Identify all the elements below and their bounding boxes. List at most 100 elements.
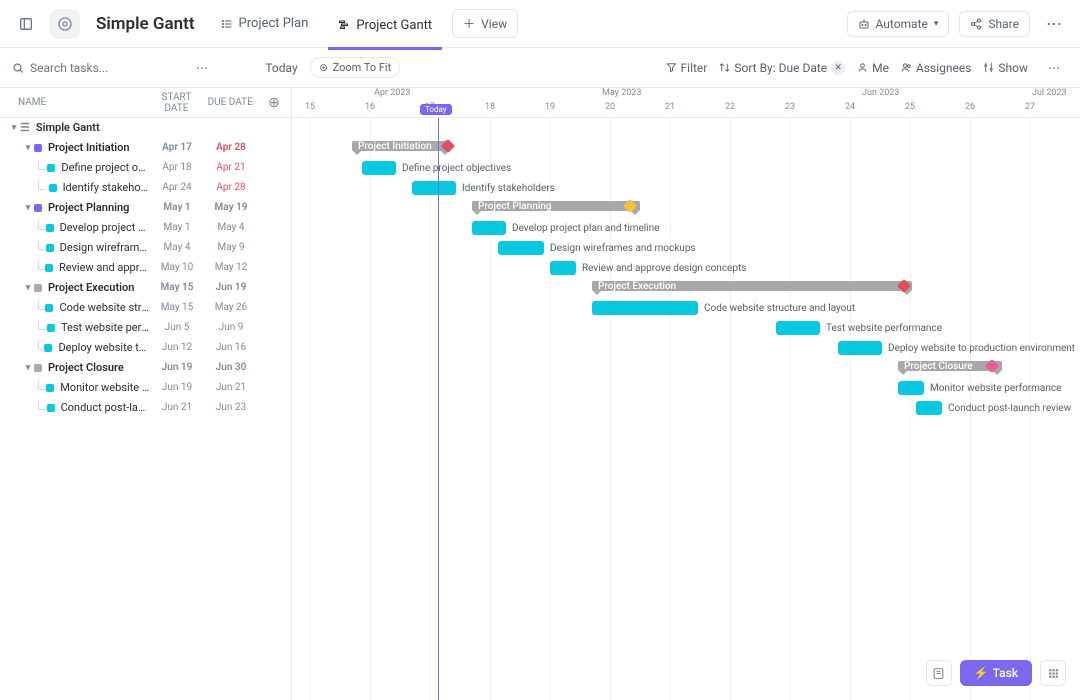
task-row[interactable]: Code website structure and layoutMay 15M… — [0, 298, 291, 318]
status-square — [47, 404, 55, 412]
task-row[interactable]: Design wireframes and mockupsMay 4May 9 — [0, 238, 291, 258]
filter-button[interactable]: Filter — [666, 61, 708, 75]
start-date: May 10 — [150, 262, 204, 273]
task-bar[interactable]: Deploy website to production environment — [838, 341, 882, 355]
week-label: 20 — [580, 102, 640, 112]
col-header-due: Due Date — [203, 97, 257, 108]
show-button[interactable]: Show — [983, 61, 1028, 75]
gridline — [430, 118, 431, 700]
list-icon — [221, 18, 233, 30]
gantt-icon — [338, 19, 350, 31]
search-more-icon[interactable]: ⋯ — [196, 61, 208, 75]
start-date: May 15 — [150, 302, 204, 313]
status-square — [34, 284, 42, 292]
apps-icon[interactable] — [1040, 660, 1066, 686]
task-row[interactable]: Test website performanceJun 5Jun 9 — [0, 318, 291, 338]
caret-icon[interactable]: ▾ — [22, 203, 34, 213]
me-button[interactable]: Me — [857, 61, 889, 75]
summary-bar[interactable]: Project Planning — [472, 201, 640, 211]
task-bar[interactable]: Identify stakeholders — [412, 181, 456, 195]
task-bar[interactable]: Conduct post-launch review — [916, 401, 942, 415]
summary-bar[interactable]: Project Initiation — [352, 141, 450, 151]
caret-icon[interactable]: ▾ — [22, 283, 34, 293]
timeline-panel[interactable]: Apr 2023May 2023Jun 2023Jul 2023 1516171… — [292, 88, 1080, 700]
task-row[interactable]: Review and approve design conceptsMay 10… — [0, 258, 291, 278]
gridline — [310, 118, 311, 700]
group-row[interactable]: ▾☰Simple Gantt — [0, 118, 291, 138]
start-date: Apr 18 — [150, 162, 204, 173]
start-date: May 1 — [150, 202, 204, 213]
bar-label: Design wireframes and mockups — [550, 243, 696, 254]
new-task-button[interactable]: ⚡Task — [960, 660, 1032, 686]
week-label: 15 — [292, 102, 340, 112]
task-name: Project Closure — [48, 361, 124, 374]
task-bar[interactable]: Monitor website performance — [898, 381, 924, 395]
task-bar[interactable]: Define project objectives — [362, 161, 396, 175]
due-date: Jun 30 — [204, 362, 258, 373]
chevron-down-icon: ▾ — [934, 19, 939, 29]
add-view-button[interactable]: ＋ View — [452, 9, 518, 38]
group-row[interactable]: ▾Project ClosureJun 19Jun 30 — [0, 358, 291, 378]
task-name: Review and approve design concepts — [59, 261, 150, 274]
task-row[interactable]: Develop project plan and timelineMay 1Ma… — [0, 218, 291, 238]
status-square — [47, 164, 55, 172]
group-row[interactable]: ▾Project InitiationApr 17Apr 28 — [0, 138, 291, 158]
collapse-sidebar-icon[interactable] — [12, 10, 40, 38]
notepad-icon[interactable] — [926, 660, 952, 686]
task-name: Test website performance — [61, 321, 150, 334]
task-bar[interactable]: Review and approve design concepts — [550, 261, 576, 275]
group-row[interactable]: ▾Project ExecutionMay 15Jun 19 — [0, 278, 291, 298]
gantt-chart[interactable]: Today Project Initiation Define project ob… — [292, 118, 1080, 700]
summary-bar[interactable]: Project Execution — [592, 281, 912, 291]
due-date: May 9 — [204, 242, 258, 253]
week-label: 25 — [880, 102, 940, 112]
toolbar-more-icon[interactable]: ⋯ — [1040, 54, 1068, 82]
assignees-button[interactable]: Assignees — [901, 61, 971, 75]
more-icon[interactable]: ⋯ — [1040, 10, 1068, 38]
week-label: 26 — [940, 102, 1000, 112]
bar-label: Test website performance — [826, 323, 942, 334]
start-date: Jun 5 — [150, 322, 204, 333]
share-button[interactable]: Share — [959, 11, 1030, 37]
task-bar[interactable]: Test website performance — [776, 321, 820, 335]
task-row[interactable]: Monitor website performanceJun 19Jun 21 — [0, 378, 291, 398]
tab-project-gantt[interactable]: Project Gantt — [328, 12, 442, 50]
zoom-to-fit-button[interactable]: Zoom To Fit — [310, 57, 401, 78]
task-name: Project Execution — [48, 281, 134, 294]
caret-icon[interactable]: ▾ — [22, 363, 34, 373]
gridline — [670, 118, 671, 700]
task-name: Deploy website to production environment — [58, 341, 150, 354]
week-label: 23 — [760, 102, 820, 112]
group-row[interactable]: ▾Project PlanningMay 1May 19 — [0, 198, 291, 218]
week-label: 22 — [700, 102, 760, 112]
task-bar[interactable]: Develop project plan and timeline — [472, 221, 506, 235]
task-bar[interactable]: Code website structure and layout — [592, 301, 698, 315]
zoom-icon — [319, 63, 329, 73]
bar-label: Project Initiation — [352, 141, 432, 152]
task-row[interactable]: Define project objectivesApr 18Apr 21 — [0, 158, 291, 178]
task-name: Code website structure and layout — [59, 301, 150, 314]
caret-icon[interactable]: ▾ — [22, 143, 34, 153]
task-row[interactable]: Deploy website to production environment… — [0, 338, 291, 358]
sort-button[interactable]: Sort By: Due Date ✕ — [719, 61, 845, 75]
gridline — [790, 118, 791, 700]
today-line: Today — [438, 118, 439, 700]
add-column-button[interactable]: ⊕ — [257, 95, 291, 111]
list-icon: ☰ — [20, 121, 30, 134]
caret-icon[interactable]: ▾ — [8, 123, 20, 133]
due-date: Jun 9 — [204, 322, 258, 333]
status-square — [34, 204, 42, 212]
tab-project-plan[interactable]: Project Plan — [211, 10, 319, 37]
today-button[interactable]: Today — [265, 61, 297, 75]
status-square — [47, 324, 55, 332]
automate-button[interactable]: Automate ▾ — [847, 11, 950, 37]
task-row[interactable]: Conduct post-launch reviewJun 21Jun 23 — [0, 398, 291, 418]
due-date: Jun 16 — [204, 342, 258, 353]
start-date: Jun 19 — [150, 382, 204, 393]
task-bar[interactable]: Design wireframes and mockups — [498, 241, 544, 255]
task-row[interactable]: Identify stakeholdersApr 24Apr 28 — [0, 178, 291, 198]
week-label: 16 — [340, 102, 400, 112]
clear-sort-icon[interactable]: ✕ — [831, 61, 845, 75]
users-icon — [901, 62, 912, 73]
search-input[interactable] — [30, 61, 190, 75]
